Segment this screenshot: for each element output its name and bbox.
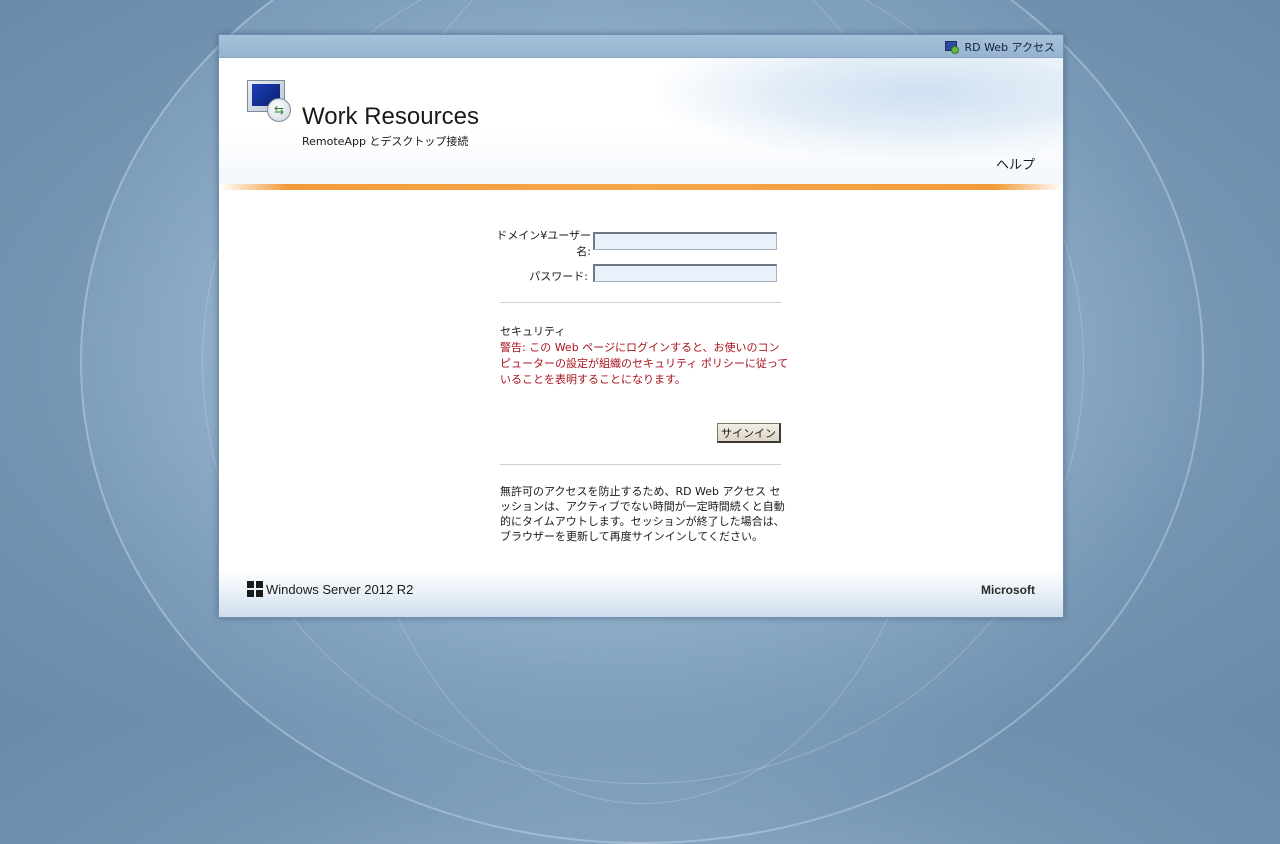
username-input[interactable]	[593, 232, 777, 250]
page-title: Work Resources	[302, 103, 479, 130]
login-panel: RD Web アクセス ⇆ Work Resources RemoteApp と…	[218, 34, 1064, 618]
header-background	[663, 58, 1063, 158]
help-link[interactable]: ヘルプ	[996, 154, 1035, 173]
product-name: Windows Server 2012 R2	[266, 582, 414, 597]
windows-logo-icon	[247, 581, 263, 597]
page-subtitle: RemoteApp とデスクトップ接続	[302, 135, 469, 148]
password-input[interactable]	[593, 264, 777, 282]
remote-desktop-monitor-icon: ⇆	[247, 80, 291, 122]
divider	[500, 464, 781, 465]
rd-web-icon	[945, 40, 960, 54]
divider	[500, 302, 781, 303]
rd-web-access-link[interactable]: RD Web アクセス	[945, 39, 1055, 55]
password-label: パスワード:	[529, 270, 588, 283]
sign-in-button[interactable]: サインイン	[717, 423, 781, 443]
footer: Windows Server 2012 R2 Microsoft	[219, 569, 1063, 617]
rd-web-access-label: RD Web アクセス	[964, 41, 1055, 54]
security-heading: セキュリティ	[500, 325, 566, 338]
username-label: ドメイン¥ユーザー 名:	[496, 229, 591, 258]
header: ⇆ Work Resources RemoteApp とデスクトップ接続 ヘルプ	[219, 58, 1063, 184]
microsoft-logo: Microsoft	[981, 583, 1035, 597]
timeout-note: 無許可のアクセスを防止するため、RD Web アクセス セッションは、アクティブ…	[500, 485, 785, 543]
login-form: ドメイン¥ユーザー 名: パスワード: セキュリティ 警告: この Web ペー…	[219, 190, 1063, 562]
top-bar: RD Web アクセス	[219, 35, 1063, 58]
security-warning: 警告: この Web ページにログインすると、お使いのコンピューターの設定が組織…	[500, 341, 789, 386]
